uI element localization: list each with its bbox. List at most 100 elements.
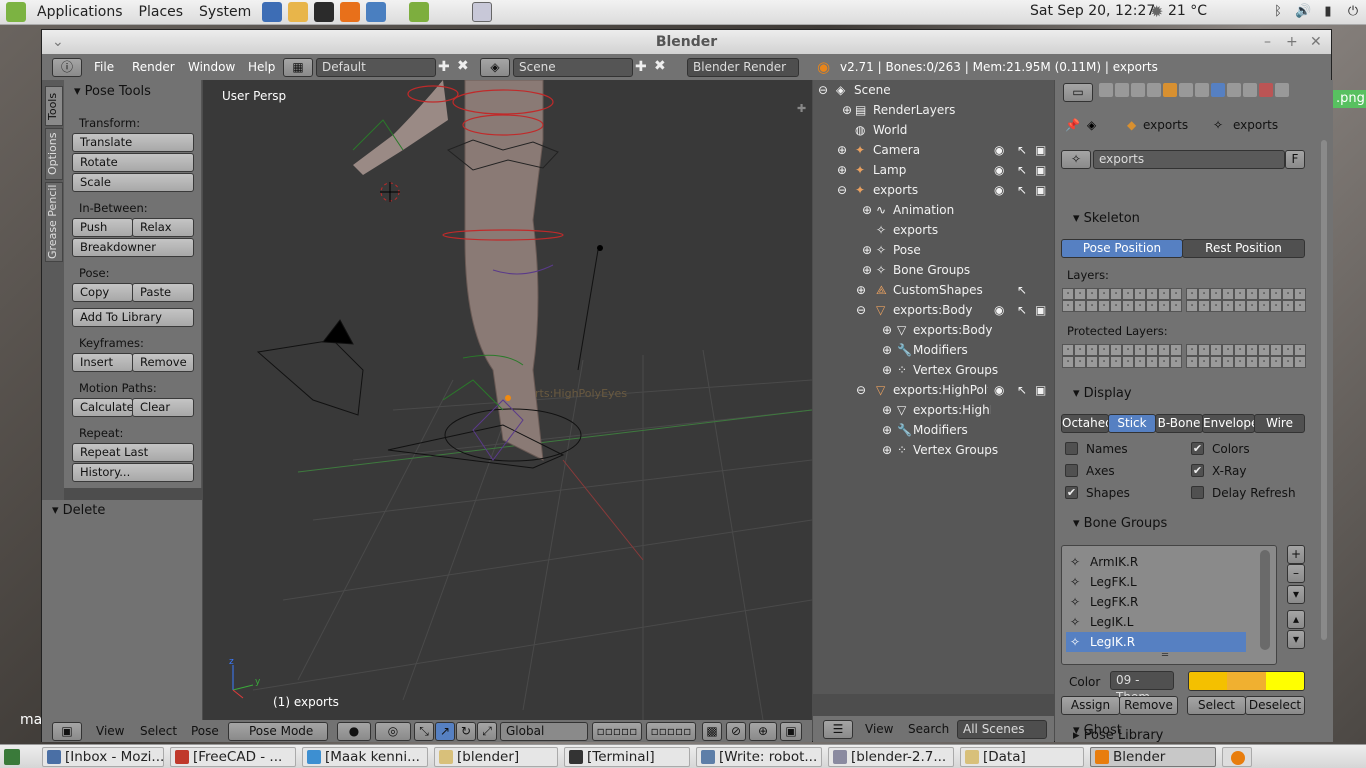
orientation-dropdown[interactable]: Global	[500, 722, 588, 741]
protected-layers-grid-left[interactable]: ∘ ∘ ∘ ∘ ∘ ∘ ∘ ∘ ∘ ∘ ∘ ∘ ∘ ∘ ∘ ∘ ∘ ∘ ∘ ∘	[1062, 344, 1182, 368]
layer-toggle[interactable]: ∘	[1134, 300, 1146, 312]
pose-position-button[interactable]: Pose Position	[1061, 239, 1183, 258]
pin-icon[interactable]: 📌	[1065, 118, 1080, 132]
layer-toggle[interactable]: ∘	[1146, 344, 1158, 356]
paste-button[interactable]: Paste	[132, 283, 194, 302]
layer-toggle[interactable]: ∘	[1222, 344, 1234, 356]
3d-cursor[interactable]	[380, 182, 400, 202]
move-bone-group-up-button[interactable]: ▴	[1287, 610, 1305, 629]
bone-group-item[interactable]: ✧ LegIK.L	[1066, 612, 1246, 632]
editor-type-viewport-button[interactable]: ▣	[52, 722, 82, 741]
firefox-launcher-icon[interactable]	[340, 2, 361, 22]
layer-toggle[interactable]: ∘	[1222, 356, 1234, 368]
texture-tab-icon[interactable]	[1259, 83, 1273, 97]
editor-type-button[interactable]: ⓘ	[52, 58, 82, 77]
outliner-row-exports-highpoly[interactable]: ⊖ ▽ exports:HighPolyEye ◉ ↖ ▣	[813, 380, 1054, 400]
download-launcher-icon[interactable]	[409, 2, 430, 22]
bone-groups-section-header[interactable]: ▾ Bone Groups	[1061, 513, 1301, 535]
taskbar-item-terminal[interactable]: [Terminal]	[564, 747, 690, 767]
layer-toggle[interactable]: ∘	[1246, 300, 1258, 312]
outliner-menu-view[interactable]: View	[865, 716, 893, 742]
expand-icon[interactable]: ⊕	[882, 440, 892, 460]
layer-toggle[interactable]: ∘	[1098, 288, 1110, 300]
layer-toggle[interactable]: ∘	[1294, 344, 1306, 356]
layers-grid-1[interactable]: ▫▫▫▫▫	[592, 722, 642, 741]
collapse-icon[interactable]: ⊖	[856, 380, 866, 400]
layer-toggle[interactable]: ∘	[1258, 300, 1270, 312]
display-stick-button[interactable]: Stick	[1108, 414, 1156, 433]
layer-toggle[interactable]: ∘	[1122, 300, 1134, 312]
pivot-dropdown[interactable]: ◎	[375, 722, 411, 741]
screenshot-launcher-icon[interactable]	[472, 2, 493, 22]
visibility-eye-icon[interactable]: ◉	[994, 160, 1004, 180]
insert-keyframe-button[interactable]: Insert	[72, 353, 133, 372]
layer-toggle[interactable]: ∘	[1098, 344, 1110, 356]
layer-toggle[interactable]: ∘	[1074, 300, 1086, 312]
layer-toggle[interactable]: ∘	[1086, 344, 1098, 356]
layer-toggle[interactable]: ∘	[1210, 288, 1222, 300]
snap-button[interactable]: ⊕	[749, 722, 777, 741]
select-arrow-icon[interactable]: ↖	[1017, 160, 1027, 180]
collapse-icon[interactable]: ⊖	[856, 300, 866, 320]
taskbar-item-freecad[interactable]: [FreeCAD - ...	[170, 747, 296, 767]
manipulator-toggle[interactable]: ⤡	[414, 722, 434, 741]
outliner-row-vertex-groups-2[interactable]: ⊕ ⁘ Vertex Groups	[813, 440, 1054, 460]
tab-grease-pencil[interactable]: Grease Pencil	[45, 182, 63, 262]
remove-keyframe-button[interactable]: Remove	[132, 353, 194, 372]
layer-toggle[interactable]: ∘	[1234, 300, 1246, 312]
menu-help[interactable]: Help	[248, 54, 275, 80]
blender-launcher-icon[interactable]	[262, 2, 283, 22]
datablock-name-field[interactable]: exports	[1093, 150, 1285, 169]
layer-toggle[interactable]: ∘	[1258, 356, 1270, 368]
menu-pose[interactable]: Pose	[191, 718, 219, 744]
assign-button[interactable]: Assign	[1061, 696, 1120, 715]
world-tab-icon[interactable]	[1147, 83, 1161, 97]
lamp-object[interactable]	[597, 245, 603, 251]
layer-toggle[interactable]: ∘	[1198, 344, 1210, 356]
layer-toggle[interactable]: ∘	[1234, 288, 1246, 300]
layer-toggle[interactable]: ∘	[1110, 356, 1122, 368]
layer-toggle[interactable]: ∘	[1158, 300, 1170, 312]
menu-file[interactable]: File	[94, 54, 114, 80]
layer-toggle[interactable]: ∘	[1270, 300, 1282, 312]
outliner-row-exports-armature[interactable]: ✧ exports	[813, 220, 1054, 240]
names-checkbox[interactable]	[1065, 442, 1078, 455]
layer-toggle[interactable]: ∘	[1198, 356, 1210, 368]
scale-manipulator[interactable]: ⤢	[477, 722, 497, 741]
expand-icon[interactable]: ⊕	[882, 420, 892, 440]
viewport-scene[interactable]: rts:HighPolyEyes z y	[203, 80, 812, 720]
select-arrow-icon[interactable]: ↖	[1017, 380, 1027, 400]
expand-icon[interactable]: ⊕	[837, 160, 847, 180]
layer-toggle[interactable]: ∘	[1134, 344, 1146, 356]
layer-toggle[interactable]: ∘	[1074, 344, 1086, 356]
layer-toggle[interactable]: ∘	[1198, 288, 1210, 300]
layer-toggle[interactable]: ∘	[1146, 288, 1158, 300]
scale-button[interactable]: Scale	[72, 173, 194, 192]
taskbar-item-blender[interactable]: Blender	[1090, 747, 1216, 767]
render-toggle-icon[interactable]: ▣	[1035, 300, 1046, 320]
desktop-file-label[interactable]: .png	[1333, 90, 1366, 108]
datablock-browse-button[interactable]: ✧	[1061, 150, 1091, 169]
layer-toggle[interactable]: ∘	[1222, 288, 1234, 300]
history-button[interactable]: History...	[72, 463, 194, 482]
outliner-row-camera[interactable]: ⊕ ✦ Camera ◉ ↖ ▣	[813, 140, 1054, 160]
select-arrow-icon[interactable]: ↖	[1017, 140, 1027, 160]
layer-toggle[interactable]: ∘	[1062, 344, 1074, 356]
clock[interactable]: Sat Sep 20, 12:27	[1030, 3, 1155, 19]
select-arrow-icon[interactable]: ↖	[1017, 300, 1027, 320]
render-button[interactable]: ▣	[780, 722, 802, 741]
power-icon[interactable]: ⏻	[1345, 4, 1361, 20]
copy-button[interactable]: Copy	[72, 283, 133, 302]
bone-groups-list-scrollbar[interactable]	[1260, 550, 1270, 650]
layer-toggle[interactable]: ∘	[1086, 356, 1098, 368]
layer-toggle[interactable]: ∘	[1158, 344, 1170, 356]
bone-group-item[interactable]: ✧ LegFK.R	[1066, 592, 1246, 612]
push-button[interactable]: Push	[72, 218, 133, 237]
layer-toggle[interactable]: ∘	[1062, 300, 1074, 312]
bone-groups-list[interactable]: ✧ ArmIK.R ✧ LegFK.L ✧ LegFK.R ✧ LegIK.L ✧ Leg…	[1061, 545, 1277, 665]
display-bbone-button[interactable]: B-Bone	[1155, 414, 1203, 433]
properties-scrollbar[interactable]	[1321, 140, 1327, 640]
taskbar-item-data[interactable]: [Data]	[960, 747, 1084, 767]
bone-group-specials-button[interactable]: ▾	[1287, 585, 1305, 604]
bone-group-item-selected[interactable]: ✧ LegIK.R	[1066, 632, 1246, 652]
